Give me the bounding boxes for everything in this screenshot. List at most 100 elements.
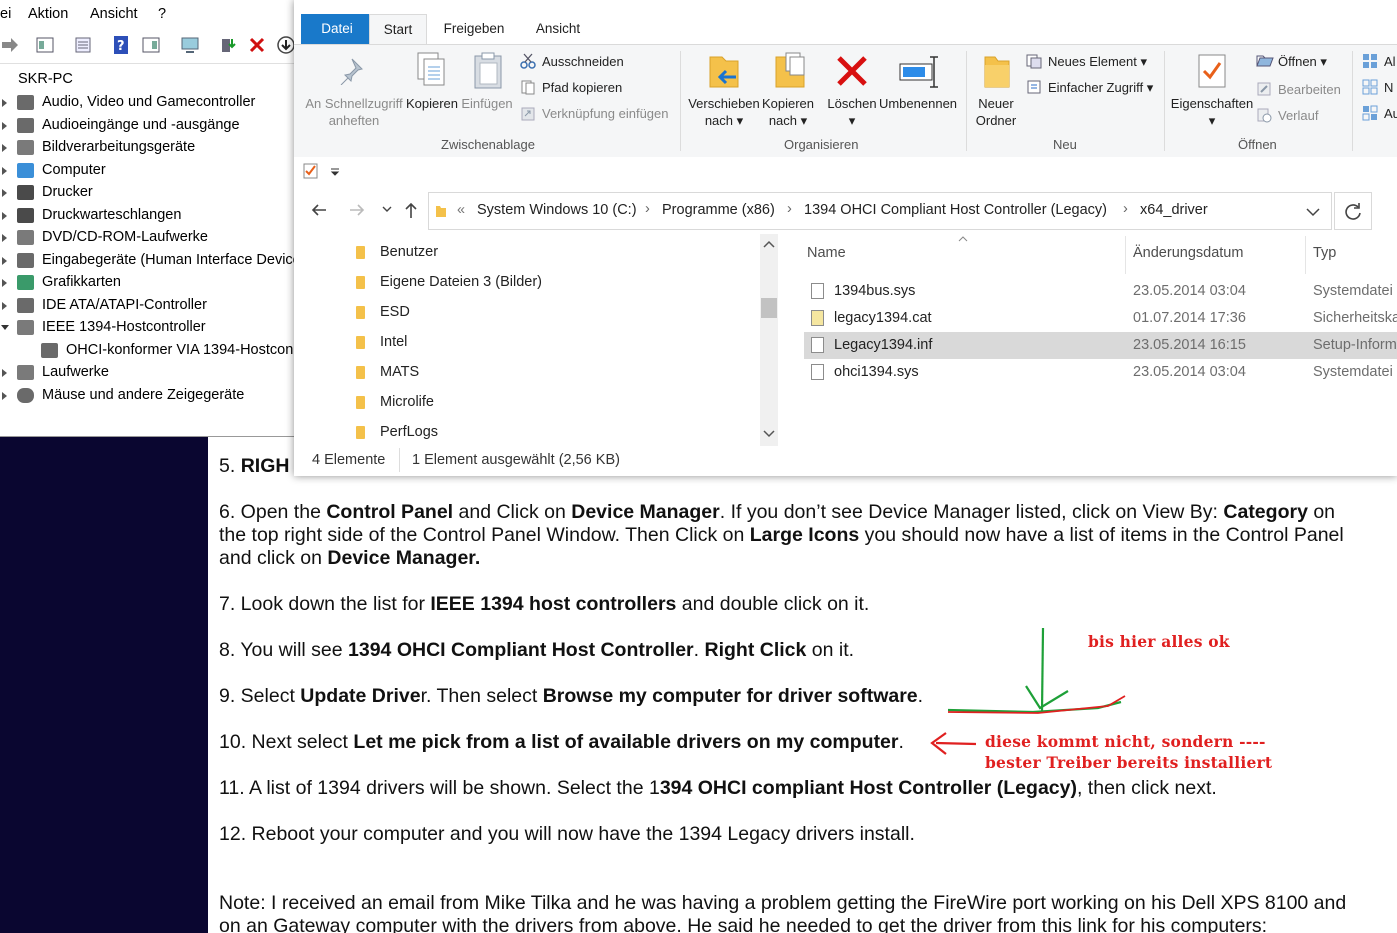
properties-view-icon[interactable] [35,35,55,55]
column-date[interactable]: Änderungsdatum [1133,245,1243,261]
scan-hardware-icon[interactable] [180,35,200,55]
scroll-down-icon[interactable] [763,430,775,438]
tab-datei[interactable]: Datei [301,14,373,44]
update-driver-icon[interactable] [218,35,238,55]
scroll-up-icon[interactable] [763,240,775,248]
nav-pane-scrollbar[interactable] [760,234,778,446]
printer-icon [17,185,34,200]
menu-aktion[interactable]: Aktion [28,6,68,22]
forward-arrow-icon[interactable] [0,35,20,55]
expand-chevron-icon[interactable] [2,99,7,107]
breadcrumb-programme[interactable]: Programme (x86) [662,202,775,218]
move-to-button[interactable]: Verschieben nach ▾ [684,95,764,129]
select-all-button[interactable]: Al [1384,53,1396,70]
document-margin [0,436,208,933]
expand-chevron-icon[interactable] [2,301,7,310]
file-list: Name Änderungsdatum Typ 1394bus.sys 23.05… [804,234,1397,446]
navigation-pane: Benutzer Eigene Dateien 3 (Bilder) ESD Inte… [294,234,784,446]
menu-ansicht[interactable]: Ansicht [90,6,138,22]
expand-chevron-icon[interactable] [2,144,7,152]
file-type: Setup-Inform [1313,337,1397,353]
column-name[interactable]: Name [807,245,846,261]
file-explorer-window: Datei Start Freigeben Ansicht An Schnell… [294,0,1397,476]
tab-freigeben[interactable]: Freigeben [434,14,514,44]
breadcrumb-x64-driver[interactable]: x64_driver [1140,202,1208,218]
column-divider[interactable] [1125,236,1126,274]
expand-chevron-icon[interactable] [2,234,7,242]
breadcrumb-separator[interactable]: › [787,201,792,217]
mouse-icon [17,387,34,403]
file-row[interactable]: ohci1394.sys 23.05.2014 03:04 Systemdatei [804,359,1397,386]
delete-icon [837,56,867,86]
properties-check-icon[interactable] [303,163,319,179]
copy-to-button[interactable]: Kopieren nach ▾ [756,95,820,129]
recent-locations-chevron-icon[interactable] [382,206,392,214]
forward-arrow-icon[interactable] [348,202,366,218]
expand-chevron-icon[interactable] [2,189,7,197]
cut-button[interactable]: Ausschneiden [542,53,624,70]
properties-button[interactable]: Eigenschaften ▾ [1168,95,1256,129]
refresh-button[interactable] [1334,192,1372,230]
up-arrow-icon[interactable] [404,201,418,219]
address-overflow[interactable]: « [457,202,465,218]
device-list-icon[interactable] [73,35,93,55]
breadcrumb-1394-folder[interactable]: 1394 OHCI Compliant Host Controller (Leg… [804,202,1107,218]
address-history-chevron-icon[interactable] [1306,207,1320,217]
uninstall-device-icon[interactable] [247,35,267,55]
address-bar[interactable]: « System Windows 10 (C:) › Programme (x8… [428,192,1332,230]
expand-chevron-icon[interactable] [2,166,7,175]
column-type[interactable]: Typ [1313,245,1336,261]
menu-help[interactable]: ? [158,6,166,22]
file-row[interactable]: Legacy1394.inf 23.05.2014 16:15 Setup-Info… [804,332,1397,359]
document-page: 5. RIGH 6. Open the Control Panel and Cl… [208,436,1397,933]
rename-button[interactable]: Umbenennen [878,95,958,112]
file-row[interactable]: legacy1394.cat 01.07.2014 17:36 Sicherheit… [804,305,1397,332]
paste-shortcut-button[interactable]: Verknüpfung einfügen [542,105,669,122]
scrollbar-thumb[interactable] [761,298,777,318]
history-button[interactable]: Verlauf [1278,107,1318,124]
folder-icon [356,426,365,439]
edit-button[interactable]: Bearbeiten [1278,81,1341,98]
pin-icon [340,58,363,85]
expand-chevron-icon[interactable] [2,279,7,287]
device-category-label: DVD/CD-ROM-Laufwerke [42,229,208,245]
firewire-device-icon [41,342,58,358]
file-row[interactable]: 1394bus.sys 23.05.2014 03:04 Systemdatei [804,278,1397,305]
delete-button[interactable]: Löschen ▾ [824,95,880,129]
breadcrumb-separator[interactable]: › [1123,201,1128,217]
breadcrumb-separator[interactable]: › [645,201,650,217]
device-category-label: Computer [42,161,106,178]
customize-toolbar-chevron-icon[interactable] [330,167,340,177]
back-arrow-icon[interactable] [310,202,328,218]
easy-access-button[interactable]: Einfacher Zugriff ▾ [1048,79,1153,96]
column-divider[interactable] [1305,236,1306,274]
copy-button[interactable]: Kopieren [402,95,462,112]
paste-button[interactable]: Einfügen [459,95,515,112]
invert-selection-button[interactable]: Au [1384,105,1397,122]
new-folder-button[interactable]: Neuer Ordner [964,95,1028,129]
menu-datei[interactable]: ei [0,6,11,22]
copy-path-button[interactable]: Pfad kopieren [542,79,622,96]
nav-folder-label: Microlife [380,394,434,410]
pin-quick-access-button[interactable]: An Schnellzugriff anheften [302,95,406,129]
file-date: 01.07.2014 17:36 [1133,310,1246,326]
help-icon[interactable]: ? [112,35,132,55]
ribbon-separator [1164,51,1165,151]
install-download-icon[interactable] [276,35,296,55]
breadcrumb-drive[interactable]: System Windows 10 (C:) [477,202,637,218]
collapse-chevron-icon[interactable] [1,325,9,330]
expand-chevron-icon[interactable] [2,391,7,400]
expand-chevron-icon[interactable] [2,211,7,220]
select-none-button[interactable]: N [1384,79,1393,96]
tab-ansicht[interactable]: Ansicht [526,14,590,44]
expand-chevron-icon[interactable] [2,369,7,377]
tab-start[interactable]: Start [369,14,427,46]
resources-icon[interactable] [141,35,161,55]
expand-chevron-icon[interactable] [2,256,7,265]
display-adapter-icon [17,275,34,290]
new-item-button[interactable]: Neues Element ▾ [1048,53,1147,70]
open-button[interactable]: Öffnen ▾ [1278,53,1327,70]
expand-chevron-icon[interactable] [2,121,7,130]
group-new-label: Neu [1053,137,1077,152]
nav-folder-label: Intel [380,334,408,350]
